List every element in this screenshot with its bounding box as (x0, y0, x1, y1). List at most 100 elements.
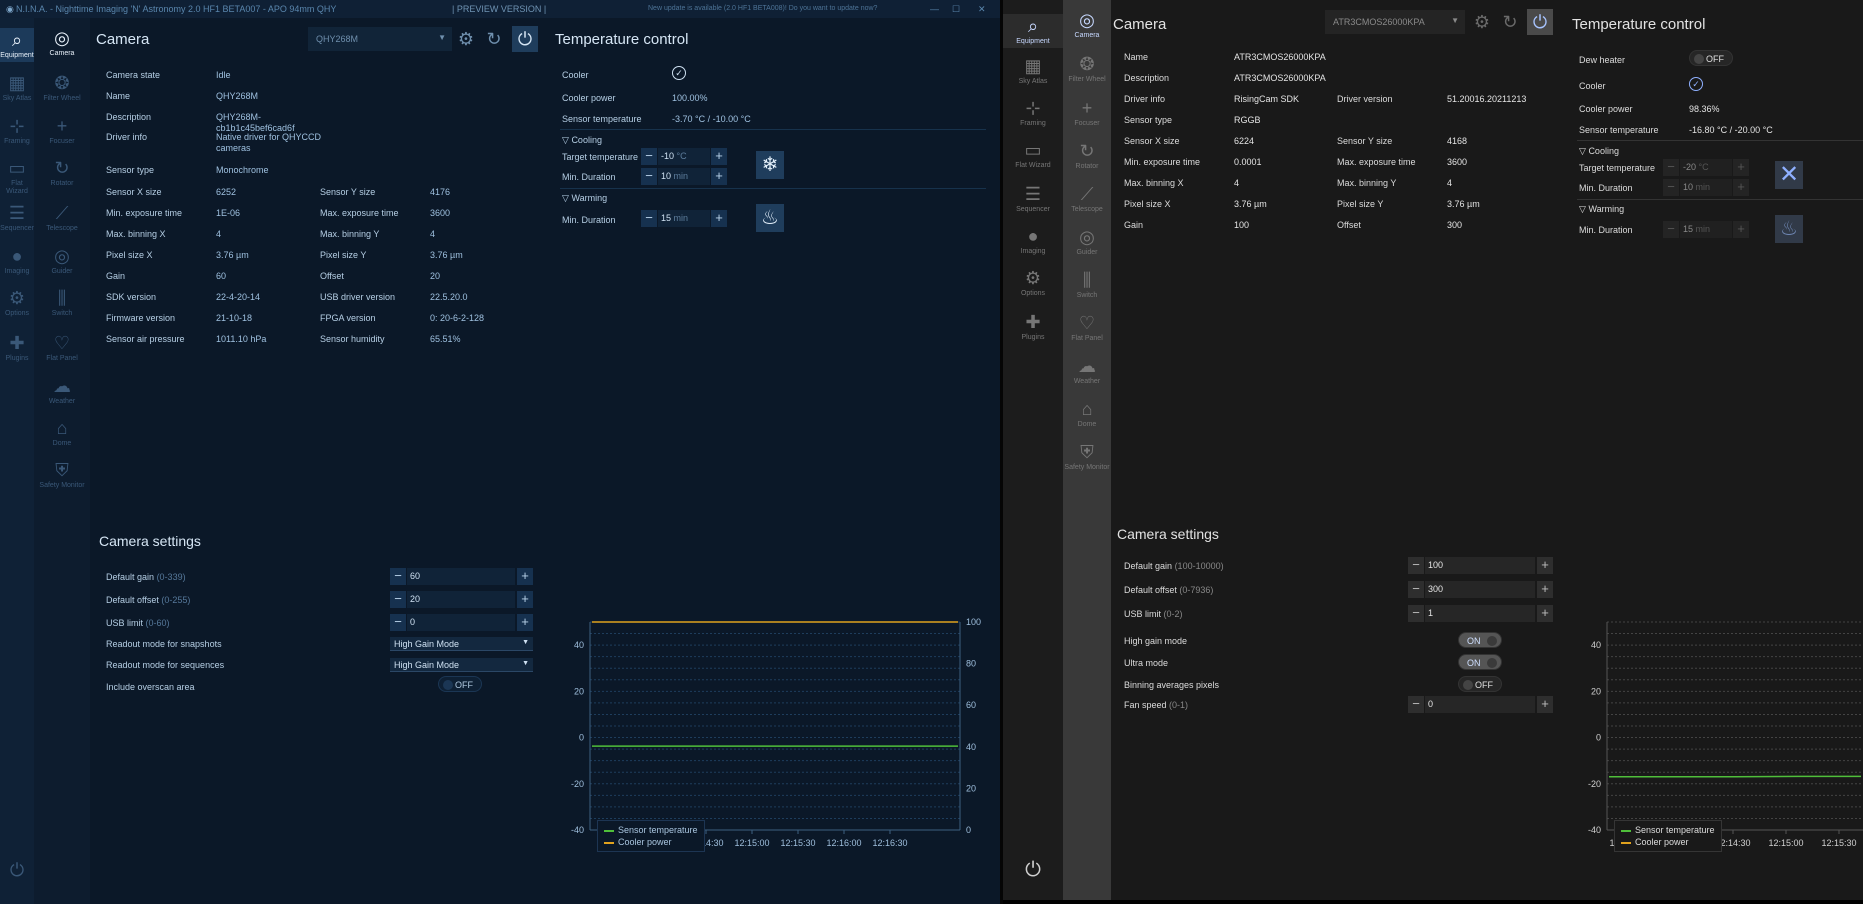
nav-sky-atlas[interactable]: ▦ Sky Atlas (1003, 56, 1063, 86)
subnav-safety-monitor[interactable]: ⛨ Safety Monitor (34, 460, 90, 490)
increment-button[interactable]: + (517, 591, 533, 608)
subnav-safety-monitor[interactable]: ⛨ Safety Monitor (1063, 442, 1111, 472)
setting-stepper[interactable]: −20 + (390, 591, 533, 608)
decrement-button[interactable]: − (641, 148, 657, 165)
decrement-button[interactable]: − (1663, 179, 1679, 196)
setting-toggle[interactable]: ON (1458, 632, 1502, 648)
subnav-camera[interactable]: ◎ Camera (1063, 10, 1111, 40)
cooling-duration-input[interactable]: 10 min (1680, 179, 1732, 196)
camera-selector[interactable]: ATR3CMOS26000KPA ▼ (1325, 10, 1465, 34)
decrement-button[interactable]: − (1408, 605, 1424, 622)
setting-input[interactable]: 60 (407, 568, 515, 585)
update-notice[interactable]: New update is available (2.0 HF1 BETA008… (648, 5, 877, 12)
fan-speed-stepper[interactable]: −0 + (1408, 696, 1553, 713)
target-temperature-stepper[interactable]: − -20 °C + (1663, 159, 1749, 176)
dew-heater-toggle[interactable]: OFF (1689, 50, 1733, 66)
setting-toggle[interactable]: OFF (1458, 676, 1502, 692)
decrement-button[interactable]: − (390, 591, 406, 608)
start-cooling-snowflake-icon[interactable]: ❄ (756, 151, 784, 179)
target-temperature-input[interactable]: -20 °C (1680, 159, 1732, 176)
increment-button[interactable]: + (1537, 696, 1553, 713)
nav-framing[interactable]: ⊹ Framing (0, 116, 34, 146)
nav-options[interactable]: ⚙ Options (0, 288, 34, 318)
increment-button[interactable]: + (517, 568, 533, 585)
setting-input[interactable]: 1 (1425, 605, 1535, 622)
increment-button[interactable]: + (711, 148, 727, 165)
subnav-switch[interactable]: ⫼ Switch (1063, 270, 1111, 300)
cooling-duration-stepper[interactable]: − 10 min + (1663, 179, 1749, 196)
cooling-duration-input[interactable]: 10 min (658, 168, 710, 185)
subnav-switch[interactable]: ⫼ Switch (34, 288, 90, 318)
maximize-icon[interactable]: ☐ (952, 4, 960, 15)
nav-equipment[interactable]: ⌕ Equipment (0, 28, 34, 62)
nav-options[interactable]: ⚙ Options (1003, 268, 1063, 298)
subnav-focuser[interactable]: + Focuser (1063, 98, 1111, 128)
subnav-weather[interactable]: ☁ Weather (1063, 356, 1111, 386)
subnav-filter-wheel[interactable]: ❂ Filter Wheel (34, 73, 90, 103)
decrement-button[interactable]: − (641, 168, 657, 185)
warming-duration-stepper[interactable]: − 15 min + (1663, 221, 1749, 238)
nav-imaging[interactable]: ● Imaging (1003, 226, 1063, 256)
cooling-duration-stepper[interactable]: − 10 min + (641, 168, 727, 185)
cancel-cooling-x-icon[interactable]: ✕ (1775, 161, 1803, 189)
camera-connect-power-icon[interactable]: ⏻ (1527, 9, 1553, 35)
subnav-rotator[interactable]: ↻ Rotator (1063, 141, 1111, 171)
decrement-button[interactable]: − (1408, 581, 1424, 598)
increment-button[interactable]: + (1537, 581, 1553, 598)
setting-stepper[interactable]: −60 + (390, 568, 533, 585)
subnav-guider[interactable]: ◎ Guider (34, 246, 90, 276)
minimize-icon[interactable]: — (930, 4, 939, 14)
increment-button[interactable]: + (1733, 179, 1749, 196)
subnav-guider[interactable]: ◎ Guider (1063, 227, 1111, 257)
refresh-icon[interactable]: ↻ (1499, 11, 1521, 33)
decrement-button[interactable]: − (641, 210, 657, 227)
readout-mode-select[interactable]: High Gain Mode ▼ (390, 658, 533, 672)
nav-equipment[interactable]: ⌕ Equipment (1003, 14, 1063, 48)
subnav-camera[interactable]: ◎ Camera (34, 28, 90, 58)
subnav-rotator[interactable]: ↻ Rotator (34, 158, 90, 188)
start-warming-flame-icon[interactable]: ♨ (1775, 215, 1803, 243)
cooling-section[interactable]: ▽ Cooling (1579, 146, 1619, 157)
subnav-flat-panel[interactable]: ♡ Flat Panel (34, 333, 90, 363)
setting-stepper[interactable]: −100 + (1408, 557, 1553, 574)
camera-connect-power-icon[interactable]: ⏻ (512, 26, 538, 52)
setting-toggle[interactable]: ON (1458, 654, 1502, 670)
close-icon[interactable]: ✕ (978, 4, 986, 15)
nav-sky-atlas[interactable]: ▦ Sky Atlas (0, 73, 34, 103)
cooling-section[interactable]: ▽ Cooling (562, 135, 602, 146)
setting-stepper[interactable]: −0 + (390, 614, 533, 631)
warming-section[interactable]: ▽ Warming (562, 193, 607, 204)
readout-mode-select[interactable]: High Gain Mode ▼ (390, 637, 533, 651)
nav-flat-wizard[interactable]: ▭ Flat Wizard (0, 158, 34, 196)
subnav-weather[interactable]: ☁ Weather (34, 376, 90, 406)
subnav-dome[interactable]: ⌂ Dome (34, 418, 90, 448)
setting-input[interactable]: 0 (407, 614, 515, 631)
setting-input[interactable]: 0 (1425, 696, 1535, 713)
nav-flat-wizard[interactable]: ▭ Flat Wizard (1003, 140, 1063, 170)
setting-input[interactable]: 20 (407, 591, 515, 608)
nav-framing[interactable]: ⊹ Framing (1003, 98, 1063, 128)
nav-sequencer[interactable]: ☰ Sequencer (1003, 184, 1063, 214)
decrement-button[interactable]: − (1663, 221, 1679, 238)
nav-plugins[interactable]: ✚ Plugins (1003, 312, 1063, 342)
warming-duration-input[interactable]: 15 min (1680, 221, 1732, 238)
warming-duration-stepper[interactable]: − 15 min + (641, 210, 727, 227)
increment-button[interactable]: + (517, 614, 533, 631)
nav-sequencer[interactable]: ☰ Sequencer (0, 203, 34, 233)
decrement-button[interactable]: − (390, 568, 406, 585)
power-icon[interactable]: ⏻ (1003, 860, 1063, 880)
increment-button[interactable]: + (1537, 557, 1553, 574)
nav-plugins[interactable]: ✚ Plugins (0, 333, 34, 363)
start-warming-flame-icon[interactable]: ♨ (756, 204, 784, 232)
warming-duration-input[interactable]: 15 min (658, 210, 710, 227)
subnav-telescope[interactable]: ⟋ Telescope (34, 203, 90, 233)
subnav-dome[interactable]: ⌂ Dome (1063, 399, 1111, 429)
target-temperature-input[interactable]: -10 °C (658, 148, 710, 165)
setting-input[interactable]: 100 (1425, 557, 1535, 574)
cooler-toggle-check-icon[interactable]: ✓ (1689, 77, 1703, 91)
increment-button[interactable]: + (1733, 221, 1749, 238)
increment-button[interactable]: + (1733, 159, 1749, 176)
camera-settings-gear-icon[interactable]: ⚙ (455, 28, 477, 50)
increment-button[interactable]: + (711, 168, 727, 185)
increment-button[interactable]: + (711, 210, 727, 227)
